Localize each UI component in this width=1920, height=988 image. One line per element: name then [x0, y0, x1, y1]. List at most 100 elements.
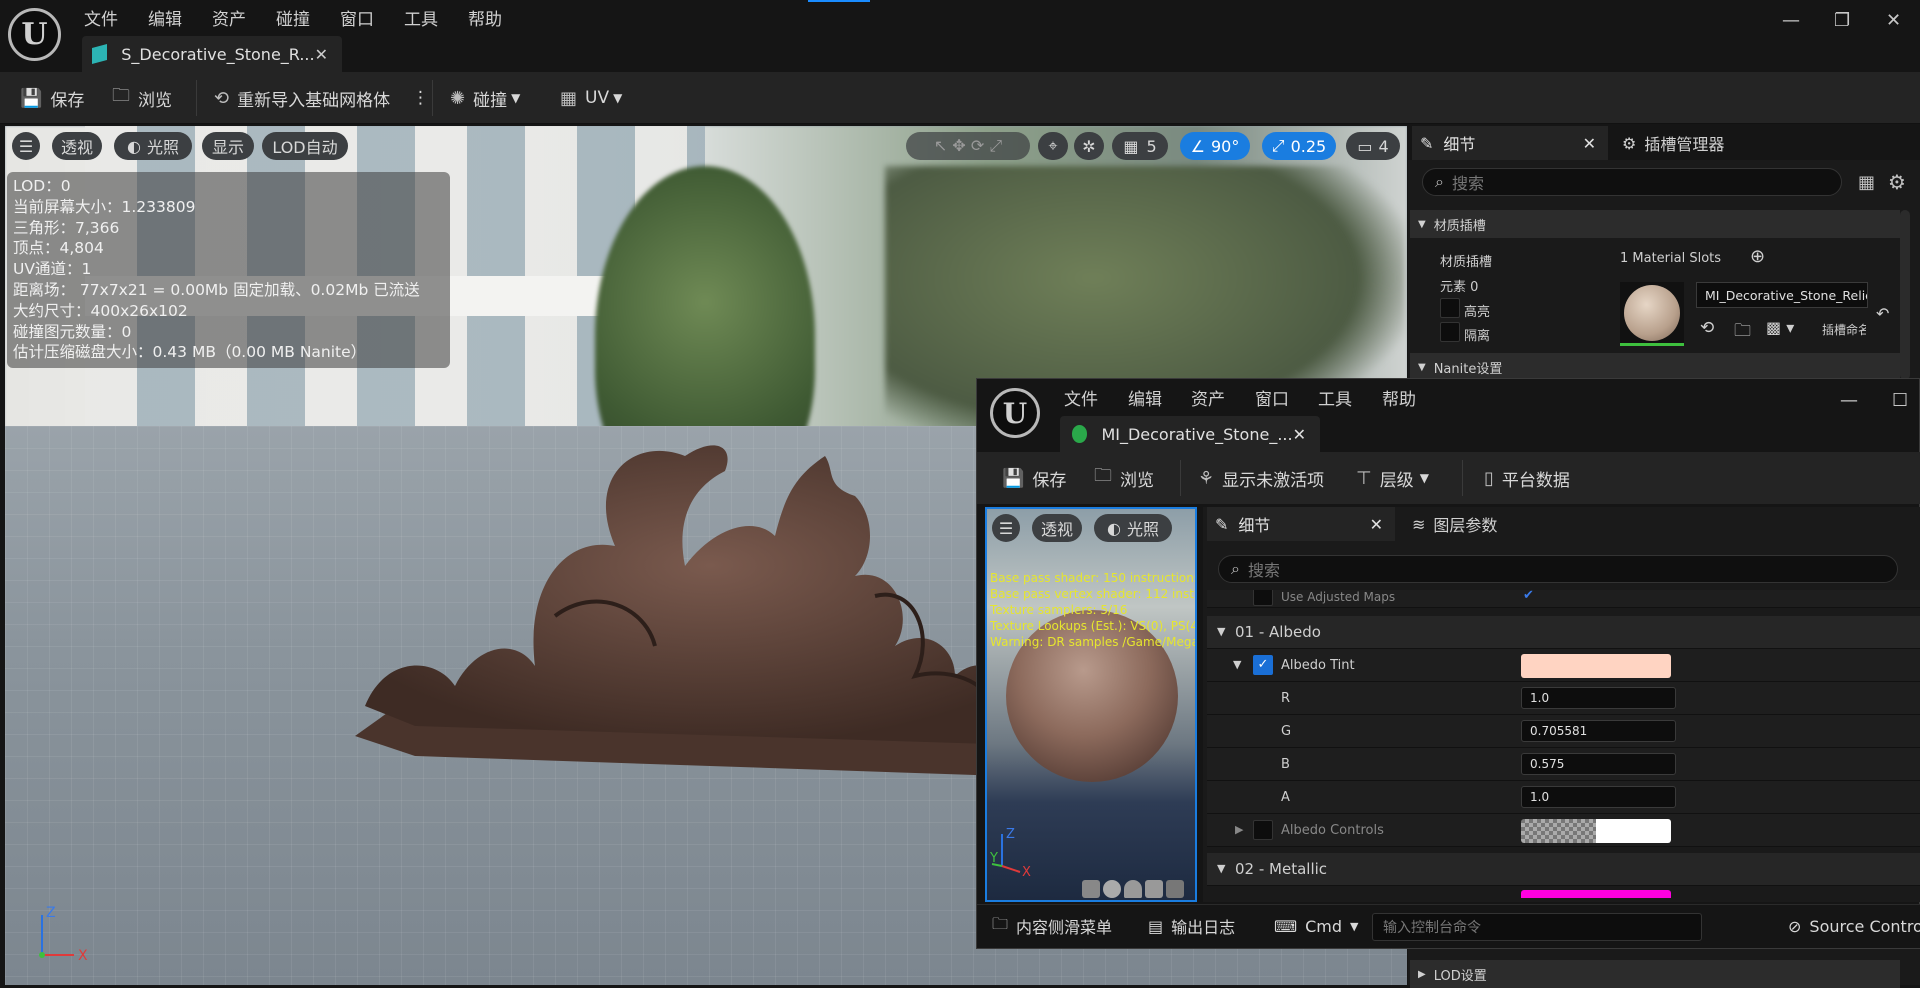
menu-help[interactable]: 帮助	[468, 5, 502, 30]
hierarchy-dropdown[interactable]: ⊤ 层级 ▼	[1356, 452, 1429, 504]
menu-edit[interactable]: 编辑	[1128, 385, 1162, 410]
viewport-menu-icon[interactable]: ☰	[12, 132, 40, 160]
close-window-icon[interactable]: ✕	[1886, 10, 1901, 31]
content-drawer-button[interactable]: 🗀 内容侧滑菜单	[992, 904, 1112, 948]
menu-file[interactable]: 文件	[1064, 385, 1098, 410]
menu-asset[interactable]: 资产	[212, 5, 246, 30]
menu-edit[interactable]: 编辑	[148, 5, 182, 30]
albedo-tint-color-swatch[interactable]	[1521, 654, 1671, 678]
browse-folder-icon[interactable]: 🗀	[1734, 318, 1751, 347]
cube-shape-icon[interactable]	[1145, 880, 1163, 898]
albedo-controls-texture-swatch[interactable]	[1521, 819, 1671, 843]
chevron-down-icon[interactable]: ▼	[1233, 658, 1241, 671]
sphere-shape-icon[interactable]	[1103, 880, 1121, 898]
element-label: 元素 0	[1440, 280, 1479, 295]
surface-snap-icon[interactable]: ⌖	[1038, 132, 1068, 160]
table-view-icon[interactable]: ▦	[1858, 172, 1875, 193]
close-tab-icon[interactable]: ✕	[1293, 425, 1306, 444]
menu-file[interactable]: 文件	[84, 5, 118, 30]
angle-snap-button[interactable]: ∠ 90°	[1180, 132, 1250, 160]
tab-layer-parameters[interactable]: ≋ 图层参数	[1412, 507, 1497, 541]
tab-socket-manager[interactable]: ⚙ 插槽管理器	[1622, 126, 1724, 160]
close-tab-icon[interactable]: ✕	[315, 45, 328, 64]
cylinder-shape-icon[interactable]	[1082, 880, 1100, 898]
save-button[interactable]: 💾 保存	[20, 72, 84, 124]
details-search-input[interactable]: ⌕ 搜索	[1422, 168, 1842, 196]
show-button[interactable]: 显示	[202, 132, 254, 160]
material-options-icon[interactable]: ▩ ▾	[1766, 318, 1794, 337]
lod-auto-button[interactable]: LOD自动	[262, 132, 348, 160]
details-scrollbar[interactable]	[1900, 210, 1910, 380]
section-nanite[interactable]: ▼ Nanite设置	[1410, 353, 1900, 381]
tab-details[interactable]: ✎ 细节 ✕	[1207, 507, 1395, 541]
browse-button[interactable]: 🗀 浏览	[1094, 452, 1154, 504]
menu-tools[interactable]: 工具	[404, 5, 438, 30]
scale-snap-button[interactable]: ⤢ 0.25	[1262, 132, 1336, 160]
channel-r-input[interactable]: 1.0	[1521, 687, 1676, 709]
albedo-tint-checkbox[interactable]: ✓	[1253, 655, 1273, 675]
group-metallic[interactable]: ▼ 02 - Metallic	[1207, 853, 1920, 886]
unreal-logo-icon[interactable]: U	[8, 8, 61, 61]
section-lod[interactable]: ▶ LOD设置	[1410, 960, 1900, 988]
source-control-button[interactable]: ⊘ Source Contro	[1788, 904, 1920, 948]
cmd-dropdown[interactable]: ⌨ Cmd ▼	[1274, 904, 1358, 948]
browse-button[interactable]: 🗀 浏览	[112, 72, 172, 124]
material-tab[interactable]: MI_Decorative_Stone_... ✕	[1060, 416, 1320, 452]
perspective-button[interactable]: 透视	[1032, 514, 1082, 542]
group-albedo[interactable]: ▼ 01 - Albedo	[1207, 616, 1920, 649]
isolate-checkbox[interactable]	[1440, 322, 1460, 342]
menu-tools[interactable]: 工具	[1318, 385, 1352, 410]
chevron-right-icon[interactable]: ▶	[1235, 823, 1243, 836]
plane-shape-icon[interactable]	[1124, 880, 1142, 898]
reimport-base-mesh-button[interactable]: ⟲ 重新导入基础网格体	[214, 72, 390, 124]
albedo-controls-checkbox[interactable]	[1253, 820, 1273, 840]
section-material-slots[interactable]: ▼ 材质插槽	[1410, 210, 1900, 238]
output-log-button[interactable]: ▤ 输出日志	[1148, 904, 1235, 948]
restore-icon[interactable]: ☐	[1892, 390, 1908, 411]
minimize-icon[interactable]: —	[1840, 390, 1858, 411]
grid-snap-button[interactable]: ▦ 5	[1112, 132, 1168, 160]
save-button[interactable]: 💾 保存	[1002, 452, 1066, 504]
channel-g-input[interactable]: 0.705581	[1521, 720, 1676, 742]
menu-help[interactable]: 帮助	[1382, 385, 1416, 410]
param-enable-checkbox[interactable]	[1253, 590, 1273, 606]
reset-arrow-icon[interactable]: ↶	[1876, 304, 1889, 323]
perspective-button[interactable]: 透视	[52, 132, 102, 160]
local-space-icon[interactable]: ✲	[1074, 132, 1104, 160]
lit-button[interactable]: ◐ 光照	[1094, 514, 1172, 542]
platform-data-button[interactable]: ▯ 平台数据	[1484, 452, 1570, 504]
more-options-icon[interactable]: ⋮	[412, 72, 429, 124]
restore-icon[interactable]: ❐	[1834, 10, 1850, 31]
show-inactive-button[interactable]: ⚘ 显示未激活项	[1198, 452, 1324, 504]
uv-dropdown[interactable]: ▦ UV ▼	[560, 72, 622, 124]
menu-collision[interactable]: 碰撞	[276, 5, 310, 30]
viewport-menu-icon[interactable]: ☰	[992, 514, 1020, 542]
material-selector[interactable]: MI_Decorative_Stone_Relief	[1696, 282, 1868, 308]
tab-details[interactable]: ✎ 细节 ✕	[1412, 126, 1608, 160]
checkmark-icon[interactable]: ✔	[1523, 590, 1534, 603]
settings-gear-icon[interactable]: ⚙	[1888, 170, 1906, 194]
channel-b-input[interactable]: 0.575	[1521, 753, 1676, 775]
unreal-logo-icon[interactable]: U	[990, 388, 1040, 438]
lit-button[interactable]: ◐ 光照	[114, 132, 192, 160]
close-tab-icon[interactable]: ✕	[1583, 134, 1596, 153]
transform-tools-group[interactable]: ↖ ✥ ⟳ ⤢	[906, 132, 1030, 160]
material-thumbnail[interactable]	[1620, 282, 1684, 346]
channel-a-input[interactable]: 1.0	[1521, 786, 1676, 808]
close-tab-icon[interactable]: ✕	[1370, 515, 1383, 534]
camera-speed-button[interactable]: ▭ 4	[1346, 132, 1400, 160]
add-slot-icon[interactable]: ⊕	[1750, 246, 1765, 267]
highlight-checkbox[interactable]	[1440, 298, 1460, 318]
metallic-color-swatch[interactable]	[1521, 890, 1671, 898]
use-selected-icon[interactable]: ⟲	[1700, 318, 1714, 338]
teapot-shape-icon[interactable]	[1166, 880, 1184, 898]
collision-dropdown[interactable]: ✺ 碰撞 ▼	[450, 72, 520, 124]
menu-window[interactable]: 窗口	[1255, 385, 1289, 410]
console-command-input[interactable]: 输入控制台命令	[1372, 913, 1702, 941]
material-search-input[interactable]: ⌕ 搜索	[1218, 555, 1898, 583]
menu-window[interactable]: 窗口	[340, 5, 374, 30]
preview-shape-buttons[interactable]	[1082, 880, 1184, 898]
asset-tab[interactable]: S_Decorative_Stone_R... ✕	[82, 36, 342, 72]
minimize-icon[interactable]: —	[1782, 10, 1800, 31]
menu-asset[interactable]: 资产	[1191, 385, 1225, 410]
